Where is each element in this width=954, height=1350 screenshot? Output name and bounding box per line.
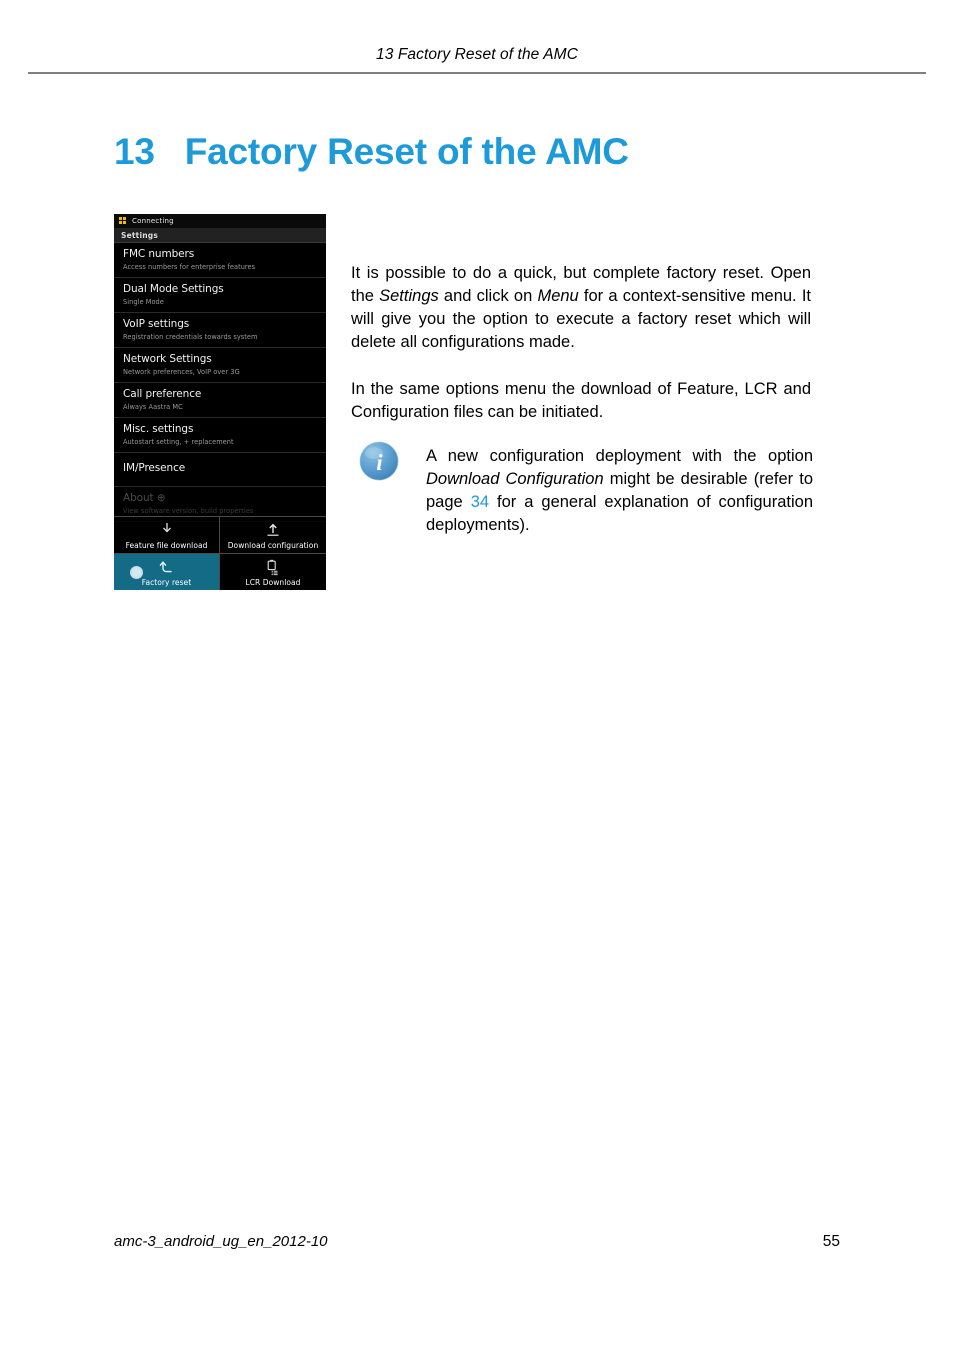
- info-note-text: A new configuration deployment with the …: [426, 438, 813, 537]
- paragraph-2: In the same options menu the download of…: [351, 380, 811, 421]
- list-item-subtitle: Access numbers for enterprise features: [123, 263, 256, 271]
- list-item[interactable]: Dual Mode Settings Single Mode: [114, 278, 326, 313]
- body-column: It is possible to do a quick, but comple…: [351, 262, 811, 424]
- chapter-number: 13: [114, 131, 155, 172]
- note-part-a: A new configuration deployment with the …: [426, 447, 813, 465]
- touch-ripple: [130, 566, 143, 579]
- running-header: 13 Factory Reset of the AMC: [0, 46, 954, 64]
- upload-arrow-icon: [264, 520, 282, 540]
- menu-item-factory-reset[interactable]: Factory reset: [114, 553, 220, 590]
- phone-title-bar: Settings: [114, 228, 326, 243]
- list-item-title: VoIP settings: [123, 318, 190, 330]
- page-footer: amc-3_android_ug_en_2012-10 55: [114, 1233, 840, 1251]
- document-id: amc-3_android_ug_en_2012-10: [114, 1233, 328, 1250]
- info-icon: i: [358, 440, 400, 482]
- undo-arrow-icon: [158, 557, 176, 577]
- list-item-title: IM/Presence: [123, 462, 186, 474]
- list-item-title: Dual Mode Settings: [123, 283, 224, 295]
- apps-grid-icon: [119, 217, 127, 225]
- list-item[interactable]: VoIP settings Registration credentials t…: [114, 313, 326, 348]
- chapter-title-text: Factory Reset of the AMC: [184, 131, 629, 172]
- download-file-icon: [159, 520, 175, 540]
- list-item-title: About ⊕: [123, 492, 166, 504]
- page-number: 55: [822, 1233, 840, 1250]
- list-item[interactable]: IM/Presence: [114, 453, 326, 487]
- list-item[interactable]: Misc. settings Autostart setting, + repl…: [114, 418, 326, 453]
- running-header-text: 13 Factory Reset of the AMC: [376, 46, 578, 63]
- settings-list: FMC numbers Access numbers for enterpris…: [114, 243, 326, 522]
- list-item[interactable]: Network Settings Network preferences, Vo…: [114, 348, 326, 383]
- options-menu: Feature file download Download configura…: [114, 516, 326, 590]
- list-item[interactable]: Call preference Always Aastra MC: [114, 383, 326, 418]
- list-item-title: Misc. settings: [123, 423, 194, 435]
- phone-title-bar-label: Settings: [121, 230, 159, 240]
- list-item[interactable]: FMC numbers Access numbers for enterpris…: [114, 243, 326, 278]
- menu-item-download-configuration[interactable]: Download configuration: [220, 516, 326, 553]
- list-item-title: Call preference: [123, 388, 202, 400]
- para1-part-b: and click on: [438, 287, 538, 305]
- phone-screenshot-figure: Connecting Settings FMC numbers Access n…: [114, 214, 326, 590]
- page-reference-link[interactable]: 34: [471, 493, 489, 511]
- list-item-title: FMC numbers: [123, 248, 195, 260]
- list-item-subtitle: Network preferences, VoIP over 3G: [123, 368, 240, 376]
- list-item-subtitle: Single Mode: [123, 298, 164, 306]
- list-item-subtitle: Registration credentials towards system: [123, 333, 258, 341]
- note-emphasis: Download Configuration: [426, 470, 604, 488]
- page-title: 13 Factory Reset of the AMC: [114, 131, 629, 173]
- svg-text:i: i: [376, 450, 383, 475]
- para1-emphasis-settings: Settings: [379, 287, 439, 305]
- list-item-subtitle: View software version, build properties: [123, 507, 254, 515]
- paragraph-1: It is possible to do a quick, but comple…: [351, 262, 811, 354]
- phone-status-bar: Connecting: [114, 214, 326, 228]
- list-item-subtitle: Autostart setting, + replacement: [123, 438, 234, 446]
- menu-item-label: LCR Download: [245, 578, 301, 587]
- menu-item-lcr-download[interactable]: LCR Download: [220, 553, 326, 590]
- status-bar-label: Connecting: [132, 217, 174, 225]
- info-note: i A new configuration deployment with th…: [358, 438, 813, 537]
- menu-item-label: Download configuration: [227, 541, 319, 550]
- list-item-title: Network Settings: [123, 353, 212, 365]
- document-list-icon: [264, 557, 282, 577]
- menu-item-label: Feature file download: [125, 541, 208, 550]
- list-item-subtitle: Always Aastra MC: [123, 403, 183, 411]
- menu-item-feature-file-download[interactable]: Feature file download: [114, 516, 220, 553]
- header-rule: [28, 72, 926, 74]
- menu-item-label: Factory reset: [141, 578, 192, 587]
- para1-emphasis-menu: Menu: [537, 287, 579, 305]
